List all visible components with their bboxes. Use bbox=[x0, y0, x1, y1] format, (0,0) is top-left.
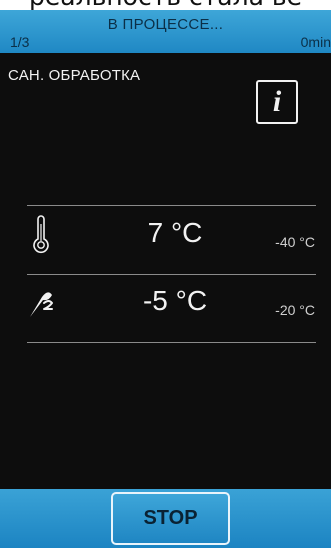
core-probe-value: -5 °C bbox=[142, 285, 208, 316]
core-probe-icon bbox=[30, 292, 53, 317]
chamber-temperature-target: -40 °C bbox=[275, 234, 315, 250]
core-probe-row: -5 °C -20 °C bbox=[0, 275, 331, 341]
status-header: В ПРОЦЕССЕ... 1/3 0min bbox=[0, 10, 331, 53]
main-panel: САН. ОБРАБОТКА i 7 °C -40 °C -5 °C -20 °… bbox=[0, 53, 331, 489]
stop-button[interactable]: STOP bbox=[111, 492, 230, 545]
info-button[interactable]: i bbox=[256, 80, 298, 124]
footer-bar: STOP bbox=[0, 489, 331, 548]
program-name: САН. ОБРАБОТКА bbox=[8, 67, 141, 84]
divider-bottom bbox=[27, 342, 316, 343]
step-counter: 1/3 bbox=[10, 34, 30, 50]
chamber-temperature-row: 7 °C -40 °C bbox=[0, 207, 331, 273]
app-frame: реальность стала ве В ПРОЦЕССЕ... 1/3 0m… bbox=[0, 0, 331, 548]
status-title: В ПРОЦЕССЕ... bbox=[107, 16, 224, 33]
elapsed-time: 0min bbox=[300, 34, 331, 50]
core-probe-target: -20 °C bbox=[275, 302, 315, 318]
divider-top bbox=[27, 205, 316, 206]
thermometer-icon bbox=[33, 215, 49, 254]
top-banner-text: реальность стала ве bbox=[0, 0, 331, 10]
info-icon: i bbox=[272, 85, 282, 118]
chamber-temperature-value: 7 °C bbox=[147, 217, 203, 248]
